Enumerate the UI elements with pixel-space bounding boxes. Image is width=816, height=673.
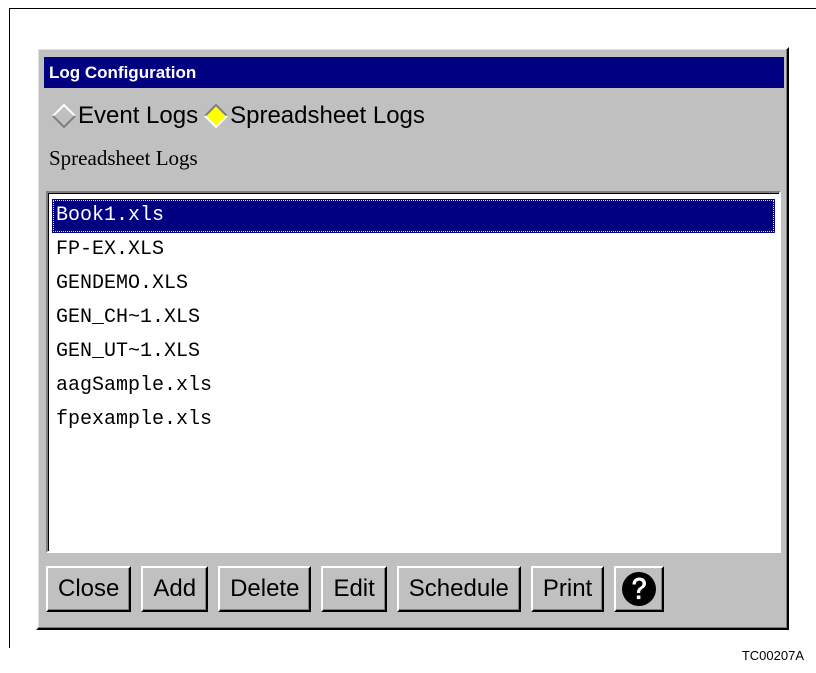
list-item[interactable]: GEN_CH~1.XLS <box>52 301 775 335</box>
add-button[interactable]: Add <box>141 566 209 612</box>
figure-code: TC00207A <box>741 648 804 663</box>
question-mark-icon <box>622 572 657 606</box>
help-button[interactable] <box>614 566 665 612</box>
radio-event-logs-label: Event Logs <box>78 102 199 129</box>
radio-spreadsheet-logs-label: Spreadsheet Logs <box>230 102 425 129</box>
radio-event-logs[interactable]: Event Logs <box>52 102 198 130</box>
dialog-title: Log Configuration <box>44 57 784 88</box>
radio-spreadsheet-logs[interactable]: Spreadsheet Logs <box>204 102 425 130</box>
log-configuration-dialog: Log Configuration Event Logs Spreadsheet… <box>36 47 789 630</box>
log-type-radio-group: Event Logs Spreadsheet Logs <box>52 99 431 133</box>
list-item[interactable]: GEN_UT~1.XLS <box>52 335 775 369</box>
schedule-button[interactable]: Schedule <box>396 566 521 612</box>
edit-button[interactable]: Edit <box>321 566 387 612</box>
radio-diamond-selected-icon <box>204 104 228 128</box>
delete-button[interactable]: Delete <box>218 566 312 612</box>
close-button[interactable]: Close <box>46 566 132 612</box>
list-item[interactable]: aagSample.xls <box>52 369 775 403</box>
section-label: Spreadsheet Logs <box>49 146 198 170</box>
list-item[interactable]: fpexample.xls <box>52 403 775 437</box>
spreadsheet-log-list[interactable]: Book1.xls FP-EX.XLS GENDEMO.XLS GEN_CH~1… <box>46 191 781 553</box>
button-bar: Close Add Delete Edit Schedule Print <box>46 559 781 619</box>
radio-diamond-icon <box>52 104 76 128</box>
print-button[interactable]: Print <box>530 566 605 612</box>
list-item[interactable]: FP-EX.XLS <box>52 233 775 267</box>
list-item[interactable]: GENDEMO.XLS <box>52 267 775 301</box>
list-item[interactable]: Book1.xls <box>52 199 775 233</box>
figure-frame-top <box>9 8 816 9</box>
figure-frame-left <box>9 8 10 648</box>
